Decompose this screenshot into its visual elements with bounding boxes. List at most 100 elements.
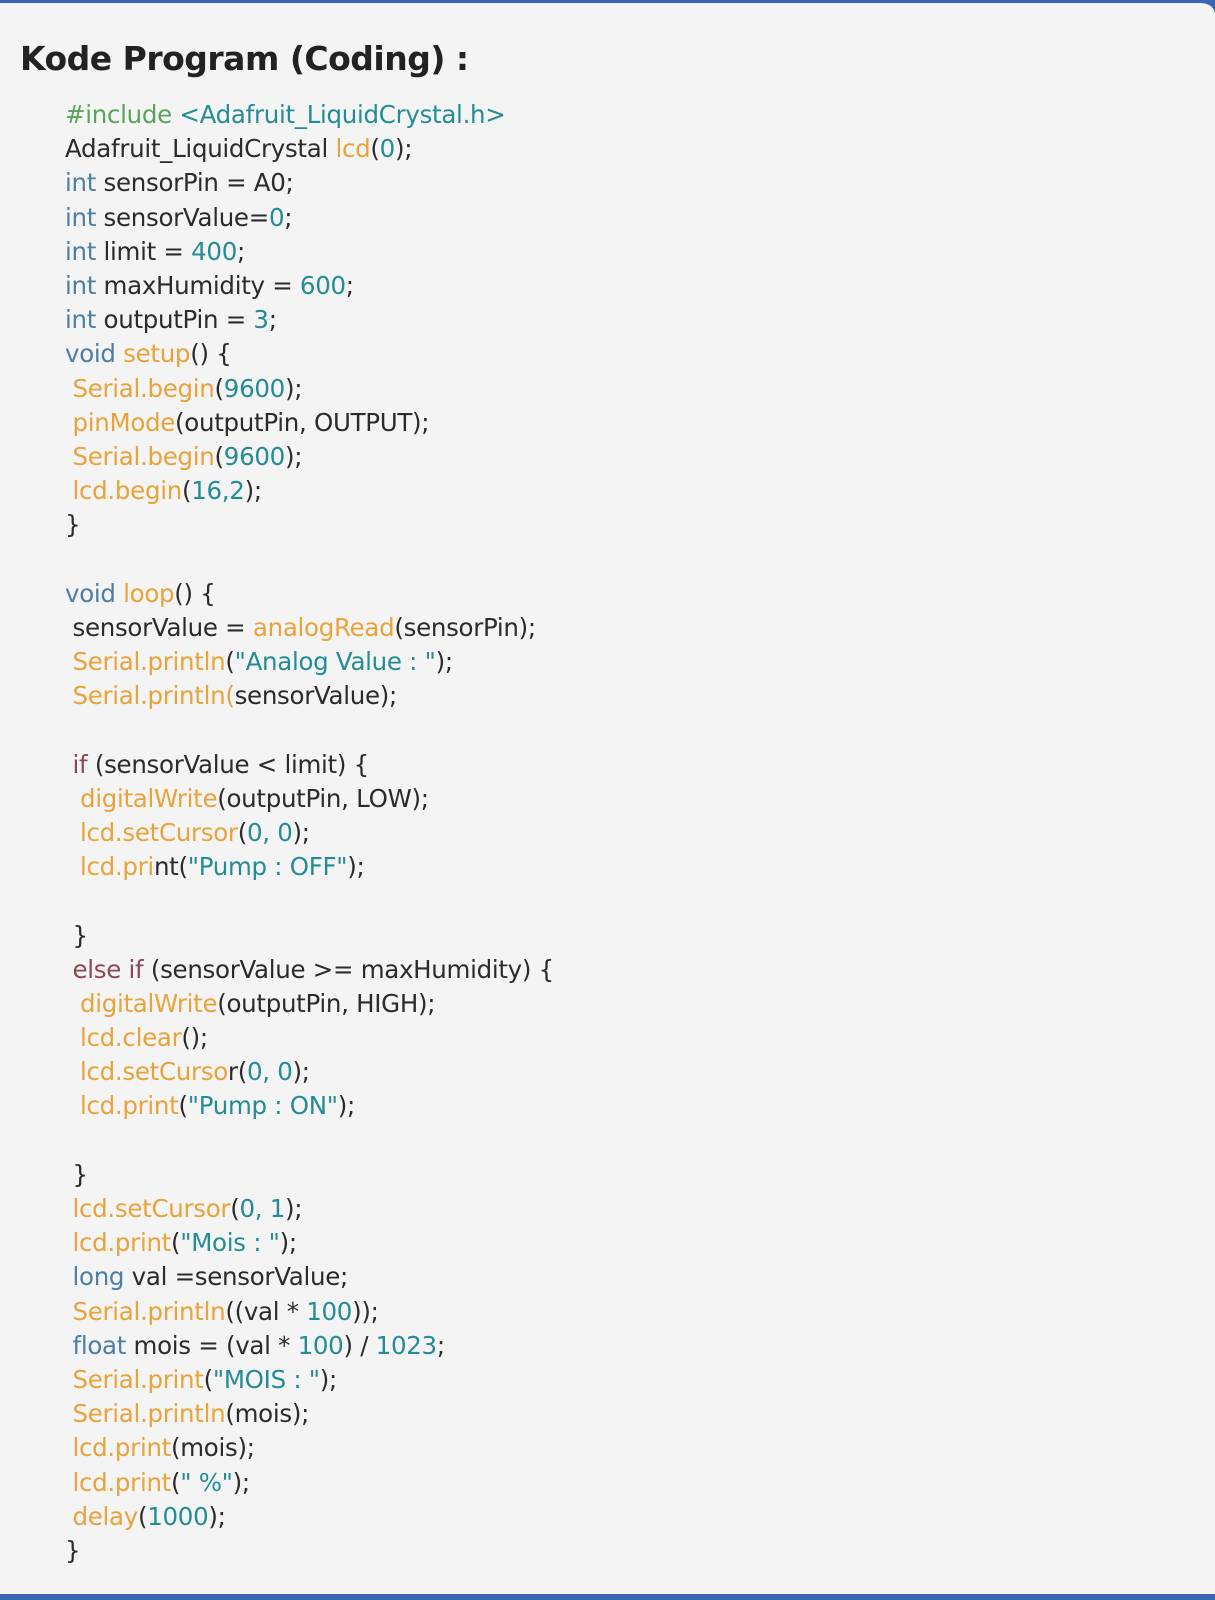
code-line: lcd.setCursor(0, 0); bbox=[65, 1055, 1185, 1089]
code-token-code-text: ); bbox=[337, 1091, 356, 1121]
code-token-code-text: ( bbox=[370, 134, 380, 164]
code-token-number-literal: 1000 bbox=[147, 1501, 209, 1531]
code-token-code-text bbox=[65, 681, 73, 710]
code-token-function-name: lcd.clear bbox=[79, 1023, 182, 1053]
code-token-code-text: ); bbox=[292, 1057, 311, 1087]
code-line: Serial.println(sensorValue); bbox=[65, 679, 1185, 713]
code-token-function-name: digitalWrite bbox=[79, 783, 218, 813]
code-token-code-text bbox=[65, 1057, 80, 1086]
page-title: Kode Program (Coding) : bbox=[20, 39, 469, 78]
code-line: int limit = 400; bbox=[65, 235, 1185, 269]
code-line: int maxHumidity = 600; bbox=[65, 269, 1185, 303]
code-line: lcd.setCursor(0, 1); bbox=[65, 1192, 1185, 1226]
code-token-keyword: int bbox=[65, 305, 97, 335]
code-token-function-name: delay bbox=[72, 1501, 139, 1531]
code-token-number-literal: 100 bbox=[297, 1330, 344, 1360]
code-line: int sensorValue=0; bbox=[65, 201, 1185, 235]
code-token-function-name: Serial.println bbox=[72, 1296, 226, 1326]
code-line: lcd.print(mois); bbox=[65, 1431, 1185, 1465]
code-token-number-literal: 0 bbox=[268, 202, 285, 232]
code-token-keyword: int bbox=[65, 202, 97, 232]
code-token-code-text: (outputPin, LOW); bbox=[217, 783, 429, 813]
code-token-string-literal: "MOIS : " bbox=[212, 1364, 320, 1394]
code-token-include-path: <Adafruit_LiquidCrystal.h> bbox=[179, 100, 506, 129]
code-line: Serial.begin(9600); bbox=[65, 372, 1185, 406]
code-token-code-text bbox=[65, 784, 80, 813]
code-line: Serial.println((val * 100)); bbox=[65, 1295, 1185, 1329]
code-token-code-text: (sensorValue < limit) { bbox=[87, 749, 369, 779]
code-line: lcd.print("Pump : OFF"); bbox=[65, 850, 1185, 884]
code-token-code-text bbox=[65, 1023, 80, 1052]
code-token-code-text: () { bbox=[190, 339, 232, 369]
code-token-code-text bbox=[65, 989, 80, 1018]
code-token-function-name: lcd.print bbox=[72, 1433, 172, 1463]
code-token-code-text bbox=[65, 408, 73, 437]
code-line: digitalWrite(outputPin, LOW); bbox=[65, 782, 1185, 816]
code-line: Serial.print("MOIS : "); bbox=[65, 1363, 1185, 1397]
code-token-code-text bbox=[65, 1433, 73, 1462]
code-token-code-text bbox=[65, 955, 73, 984]
code-token-number-literal: 400 bbox=[191, 236, 238, 266]
code-token-function-name: Serial.println bbox=[72, 647, 226, 676]
code-token-code-text: ( bbox=[137, 1501, 148, 1531]
code-token-code-text: sensorValue = bbox=[65, 612, 253, 642]
code-token-code-text: ) / bbox=[343, 1330, 376, 1360]
code-token-code-text: (mois); bbox=[170, 1433, 255, 1463]
code-token-code-text: ; bbox=[268, 305, 277, 335]
code-token-code-text: (outputPin, HIGH); bbox=[217, 988, 436, 1018]
code-line: if (sensorValue < limit) { bbox=[65, 748, 1185, 782]
code-token-code-text: ( bbox=[237, 817, 248, 847]
code-token-code-text: ( bbox=[170, 1467, 181, 1497]
code-token-code-text: outputPin = bbox=[96, 305, 254, 335]
code-line: lcd.clear(); bbox=[65, 1021, 1185, 1055]
code-token-function-name: setup bbox=[123, 339, 191, 369]
code-token-function-name: loop bbox=[123, 578, 175, 608]
code-token-control-keyword: else if bbox=[72, 954, 144, 984]
code-token-function-name: lcd.print bbox=[72, 1228, 172, 1258]
code-token-function-name: Serial.println bbox=[72, 1399, 226, 1429]
code-token-code-text: ( bbox=[203, 1364, 214, 1394]
code-token-code-text: (sensorValue >= maxHumidity) { bbox=[143, 954, 554, 984]
code-line: lcd.print("Mois : "); bbox=[65, 1226, 1185, 1260]
code-token-code-text: ); bbox=[319, 1364, 338, 1394]
code-token-keyword: float bbox=[72, 1330, 127, 1360]
code-token-code-text: ); bbox=[232, 1467, 251, 1497]
code-token-code-text: val =sensorValue; bbox=[124, 1262, 349, 1292]
code-token-preprocessor: #include bbox=[65, 100, 180, 129]
code-token-code-text bbox=[65, 852, 80, 881]
code-line: Adafruit_LiquidCrystal lcd(0); bbox=[65, 132, 1185, 166]
code-token-code-text: ); bbox=[284, 441, 303, 471]
code-line: #include <Adafruit_LiquidCrystal.h> bbox=[65, 98, 1185, 132]
code-token-code-text bbox=[65, 750, 73, 779]
code-token-string-literal: " %" bbox=[180, 1467, 233, 1497]
code-token-code-text: ((val * bbox=[225, 1296, 307, 1326]
code-token-function-name: lcd.begin bbox=[72, 476, 183, 506]
code-token-keyword: int bbox=[65, 270, 97, 300]
code-line: int sensorPin = A0; bbox=[65, 166, 1185, 200]
code-token-code-text bbox=[65, 1297, 73, 1326]
code-token-code-text bbox=[65, 1091, 80, 1120]
code-token-code-text: } bbox=[65, 1535, 81, 1565]
code-token-code-text bbox=[65, 1194, 73, 1223]
code-token-code-text: (); bbox=[181, 1023, 208, 1053]
code-line: sensorValue = analogRead(sensorPin); bbox=[65, 611, 1185, 645]
code-token-code-text bbox=[65, 647, 73, 676]
code-token-number-literal: 1023 bbox=[375, 1330, 437, 1360]
code-token-number-literal: 0, 0 bbox=[246, 817, 293, 847]
code-token-string-literal: "Mois : " bbox=[180, 1228, 280, 1258]
code-token-code-text: () { bbox=[174, 578, 216, 608]
code-token-code-text bbox=[65, 1365, 73, 1394]
code-token-code-text: } bbox=[65, 1159, 88, 1189]
code-token-string-literal: "Pump : ON" bbox=[187, 1091, 338, 1121]
code-token-code-text: } bbox=[65, 510, 81, 540]
code-token-code-text: ( bbox=[225, 647, 235, 676]
code-token-code-text: ( bbox=[214, 441, 225, 471]
code-token-function-name: digitalWrite bbox=[79, 988, 218, 1018]
code-token-code-text: (sensorPin); bbox=[394, 612, 536, 642]
code-token-number-literal: 9600 bbox=[223, 441, 285, 471]
code-token-code-text bbox=[65, 1262, 73, 1291]
code-line: lcd.setCursor(0, 0); bbox=[65, 816, 1185, 850]
code-token-function-name: lcd bbox=[335, 134, 371, 164]
code-block: #include <Adafruit_LiquidCrystal.h> Adafr… bbox=[65, 98, 1185, 1568]
